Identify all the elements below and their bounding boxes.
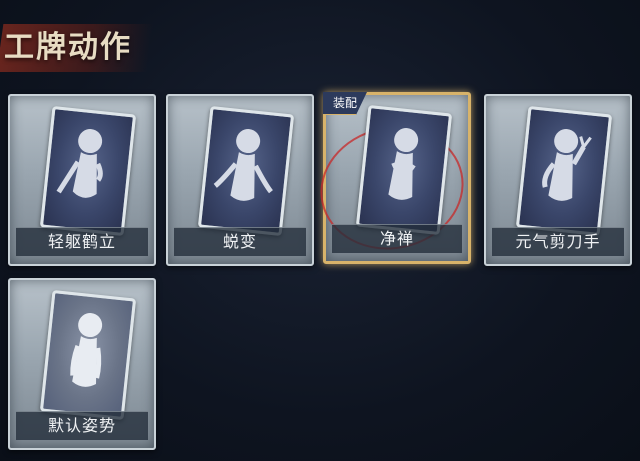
equipped-badge: 装配: [323, 92, 367, 115]
pose-artwork: [39, 289, 137, 421]
pose-label: 轻躯鹤立: [16, 227, 148, 256]
pose-card-3-equipped[interactable]: 装配 净禅: [308, 92, 476, 264]
pose-card-1[interactable]: 轻躯鹤立: [8, 94, 156, 266]
figure-silhouette-icon: [213, 129, 273, 201]
page-title: 工牌动作: [4, 30, 132, 65]
figure-silhouette-icon: [542, 129, 592, 201]
figure-silhouette-icon: [388, 128, 419, 200]
pose-label: 默认姿势: [16, 411, 148, 440]
pose-card-4[interactable]: 元气剪刀手: [484, 94, 632, 266]
pose-card-2[interactable]: 蜕变: [166, 94, 314, 266]
pose-artwork: [515, 105, 613, 237]
pose-artwork: [355, 104, 453, 236]
pose-card-5[interactable]: 默认姿势: [8, 278, 156, 450]
pose-label: 元气剪刀手: [492, 227, 624, 256]
section-header: 工牌动作: [0, 14, 154, 78]
pose-artwork: [39, 105, 137, 237]
figure-silhouette-icon: [56, 129, 103, 198]
pose-artwork: [197, 105, 295, 237]
pose-label: 净禅: [332, 224, 462, 253]
figure-silhouette-icon: [70, 313, 103, 387]
pose-label: 蜕变: [174, 227, 306, 256]
